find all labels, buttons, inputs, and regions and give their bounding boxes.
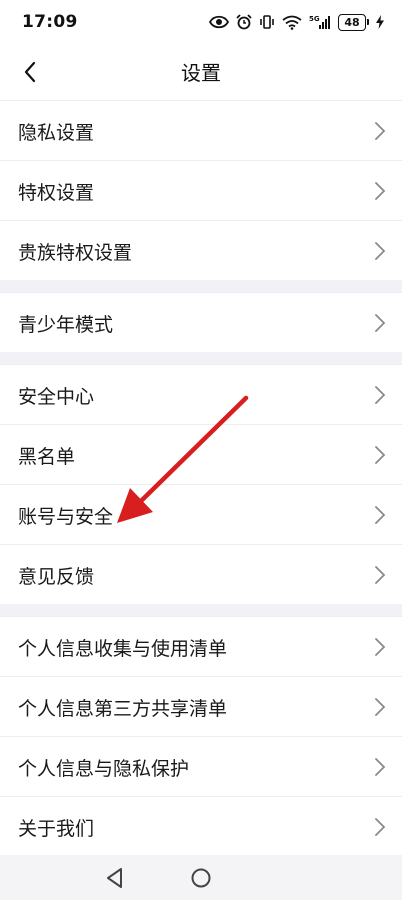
5g-signal-icon: 5G [309, 15, 330, 29]
settings-item-privilege[interactable]: 特权设置 [0, 160, 402, 220]
chevron-right-icon [375, 446, 386, 464]
chevron-right-icon [375, 182, 386, 200]
eye-icon [209, 15, 229, 29]
page-title: 设置 [181, 61, 221, 85]
status-time: 17:09 [22, 12, 78, 32]
wifi-icon [282, 15, 302, 30]
settings-item-label: 关于我们 [18, 818, 95, 840]
alarm-icon [236, 14, 252, 30]
settings-item-label: 个人信息与隐私保护 [18, 758, 190, 780]
settings-item-label: 隐私设置 [18, 122, 95, 144]
settings-item-label: 特权设置 [18, 182, 95, 204]
section-separator [0, 604, 402, 616]
vibrate-icon [260, 15, 274, 29]
nav-bar: 设置 [0, 44, 402, 100]
battery-level: 48 [338, 13, 366, 31]
chevron-right-icon [375, 818, 386, 836]
settings-item-label: 意见反馈 [18, 566, 95, 588]
settings-item-label: 贵族特权设置 [18, 242, 133, 264]
settings-item-teen-mode[interactable]: 青少年模式 [0, 292, 402, 352]
settings-item-security-center[interactable]: 安全中心 [0, 364, 402, 424]
nav-back-icon[interactable] [102, 865, 128, 891]
chevron-right-icon [375, 242, 386, 260]
settings-item-label: 个人信息第三方共享清单 [18, 698, 228, 720]
section-separator [0, 352, 402, 364]
nav-home-icon[interactable] [188, 865, 214, 891]
chevron-right-icon [375, 386, 386, 404]
settings-item-privacy-protection[interactable]: 个人信息与隐私保护 [0, 736, 402, 796]
settings-list: 隐私设置 特权设置 贵族特权设置 青少年模式 安全中心 黑名单 账号与安全 意见… [0, 100, 402, 856]
settings-item-label: 账号与安全 [18, 506, 114, 528]
status-bar: 17:09 5G 48 [0, 0, 402, 44]
settings-item-privacy[interactable]: 隐私设置 [0, 100, 402, 160]
chevron-right-icon [375, 758, 386, 776]
settings-item-feedback[interactable]: 意见反馈 [0, 544, 402, 604]
section-separator [0, 280, 402, 292]
chevron-right-icon [375, 122, 386, 140]
settings-item-blacklist[interactable]: 黑名单 [0, 424, 402, 484]
chevron-right-icon [375, 698, 386, 716]
system-nav-bar [0, 855, 402, 900]
settings-item-third-party-sharing[interactable]: 个人信息第三方共享清单 [0, 676, 402, 736]
settings-item-label: 个人信息收集与使用清单 [18, 638, 228, 660]
settings-item-label: 黑名单 [18, 446, 76, 468]
settings-item-label: 安全中心 [18, 386, 95, 408]
charging-icon [376, 15, 384, 29]
battery-icon: 48 [338, 13, 369, 31]
status-icons: 5G 48 [209, 11, 384, 33]
settings-item-account-security[interactable]: 账号与安全 [0, 484, 402, 544]
settings-item-label: 青少年模式 [18, 314, 114, 336]
settings-item-about-us[interactable]: 关于我们 [0, 796, 402, 856]
chevron-right-icon [375, 638, 386, 656]
settings-item-noble-privilege[interactable]: 贵族特权设置 [0, 220, 402, 280]
chevron-right-icon [375, 314, 386, 332]
chevron-right-icon [375, 566, 386, 584]
svg-text:5G: 5G [309, 15, 320, 23]
chevron-right-icon [375, 506, 386, 524]
settings-item-personal-info-collection[interactable]: 个人信息收集与使用清单 [0, 616, 402, 676]
